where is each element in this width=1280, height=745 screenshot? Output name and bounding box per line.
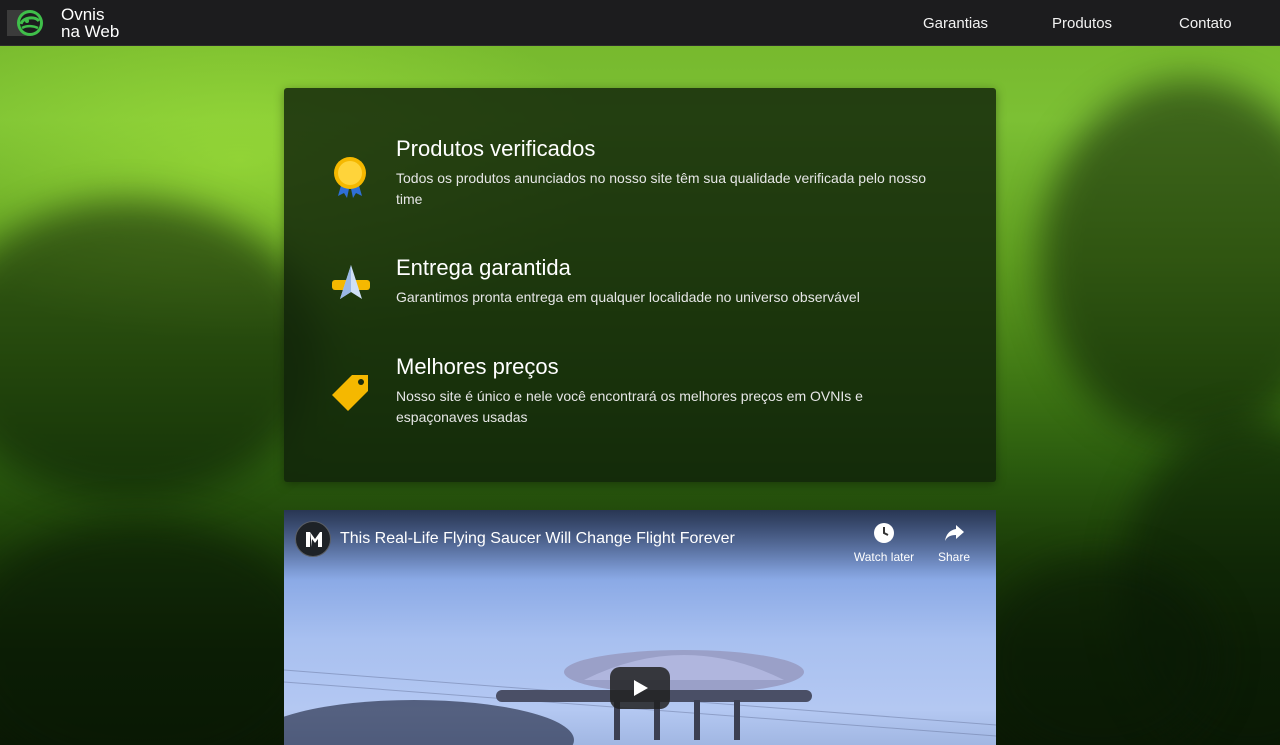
feature-title: Produtos verificados	[396, 136, 596, 161]
share-label: Share	[937, 550, 971, 564]
brand-name[interactable]: Ovnis na Web	[61, 6, 119, 40]
top-navbar: Ovnis na Web Garantias Produtos Contato	[0, 0, 1280, 46]
share-button[interactable]: Share	[919, 520, 989, 564]
video-title[interactable]: This Real-Life Flying Saucer Will Change…	[340, 530, 735, 548]
saucer-logo-icon	[17, 10, 43, 36]
nav-link-produtos[interactable]: Produtos	[1052, 15, 1112, 32]
logo[interactable]	[7, 8, 47, 38]
price-tag-icon	[332, 375, 368, 411]
feature-description: Todos os produtos anunciados no nosso si…	[396, 170, 927, 207]
nav-link-garantias[interactable]: Garantias	[923, 15, 988, 32]
brand-line-2: na Web	[61, 22, 120, 41]
clock-icon	[874, 523, 894, 543]
medal-icon	[334, 157, 366, 198]
watch-later-label: Watch later	[853, 550, 915, 564]
feature-title: Entrega garantida	[396, 255, 571, 280]
feature-description: Garantimos pronta entrega em qualquer lo…	[396, 289, 860, 305]
feature-description: Nosso site é único e nele você encontrar…	[396, 388, 863, 425]
play-icon	[634, 680, 648, 696]
embedded-video[interactable]: This Real-Life Flying Saucer Will Change…	[284, 510, 996, 745]
channel-logo-icon	[306, 532, 322, 547]
play-button[interactable]	[610, 667, 670, 709]
rocket-icon	[332, 265, 370, 299]
features-card: Produtos verificados Todos os produtos a…	[284, 88, 996, 482]
brand-line-1: Ovnis	[61, 5, 105, 24]
share-icon	[945, 525, 964, 541]
channel-avatar[interactable]	[295, 521, 331, 557]
watch-later-button[interactable]: Watch later	[849, 520, 919, 564]
nav-link-contato[interactable]: Contato	[1179, 15, 1232, 32]
feature-title: Melhores preços	[396, 354, 559, 379]
